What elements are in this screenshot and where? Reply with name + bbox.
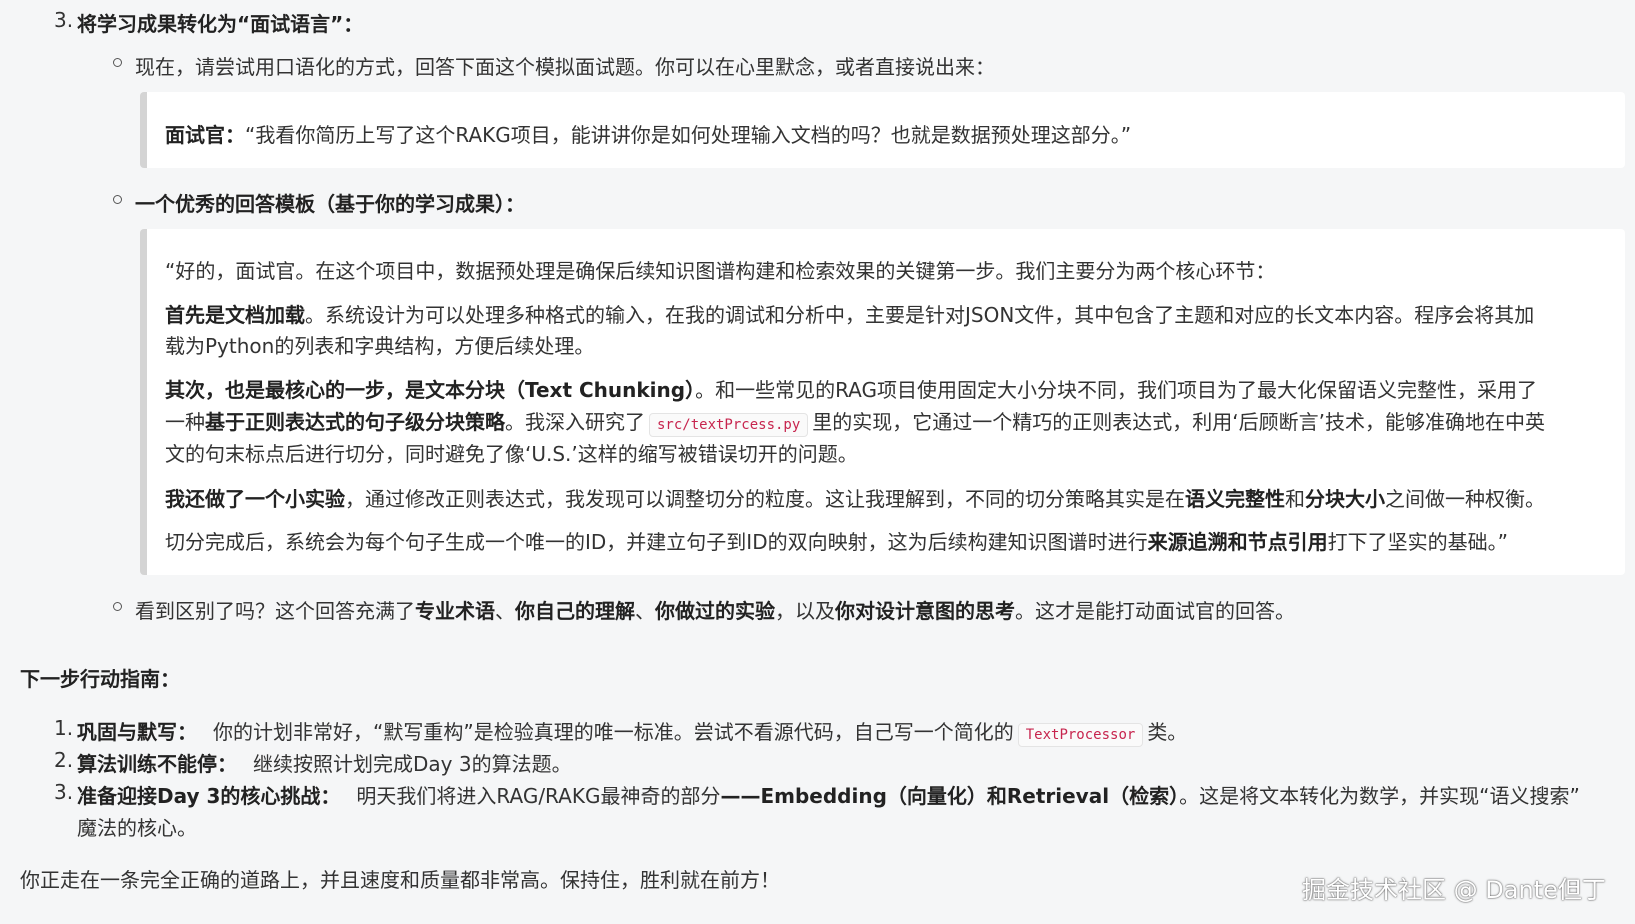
- bullet-circle-icon: [113, 195, 122, 204]
- list-number: 3.: [54, 780, 74, 804]
- list-number: 3.: [54, 8, 74, 32]
- answer-bold: 基于正则表达式的句子级分块策略: [205, 410, 505, 434]
- next-step-item: 算法训练不能停： 继续按照计划完成Day 3的算法题。: [77, 752, 572, 776]
- template-heading: 一个优秀的回答模板（基于你的学习成果）：: [135, 192, 525, 216]
- answer-intro: “好的，面试官。在这个项目中，数据预处理是确保后续知识图谱构建和检索效果的关键第…: [165, 259, 1276, 283]
- next-step-item: 巩固与默写： 你的计划非常好，“默写重构”是检验真理的唯一标准。尝试不看源代码，自…: [77, 716, 1187, 747]
- summary-text: 看到区别了吗？这个回答充满了专业术语、你自己的理解、你做过的实验，以及你对设计意…: [135, 599, 1295, 623]
- instruction-text: 现在，请尝试用口语化的方式，回答下面这个模拟面试题。你可以在心里默念，或者直接说…: [135, 55, 995, 79]
- answer-bold: 其次，也是最核心的一步，是文本分块（Text Chunking）: [165, 378, 696, 402]
- inline-code-filename: src/textPrcess.py: [649, 413, 809, 437]
- inline-code-classname: TextProcessor: [1017, 723, 1144, 747]
- interviewer-quote: 面试官：“我看你简历上写了这个RAKG项目，能讲讲你是如何处理输入文档的吗？也就…: [140, 92, 1625, 168]
- list-number: 2.: [54, 748, 74, 772]
- answer-quote: “好的，面试官。在这个项目中，数据预处理是确保后续知识图谱构建和检索效果的关键第…: [140, 229, 1625, 575]
- bullet-circle-icon: [113, 602, 122, 611]
- section-title: 将学习成果转化为“面试语言”：: [77, 12, 364, 36]
- answer-bold: 首先是文档加载: [165, 303, 305, 327]
- next-steps-heading: 下一步行动指南：: [20, 667, 180, 691]
- list-number: 1.: [54, 716, 74, 740]
- answer-bold: 我还做了一个小实验: [165, 487, 345, 511]
- closing-text: 你正走在一条完全正确的道路上，并且速度和质量都非常高。保持住，胜利就在前方！: [20, 868, 780, 892]
- next-step-item: 准备迎接Day 3的核心挑战： 明天我们将进入RAG/RAKG最神奇的部分——Em…: [77, 784, 1580, 808]
- bullet-circle-icon: [113, 58, 122, 67]
- speaker-label: 面试官：: [165, 123, 245, 147]
- next-step-continuation: 魔法的核心。: [77, 816, 197, 840]
- watermark: 掘金技术社区 @ Dante但丁: [1302, 876, 1606, 904]
- interviewer-question: “我看你简历上写了这个RAKG项目，能讲讲你是如何处理输入文档的吗？也就是数据预…: [245, 123, 1132, 147]
